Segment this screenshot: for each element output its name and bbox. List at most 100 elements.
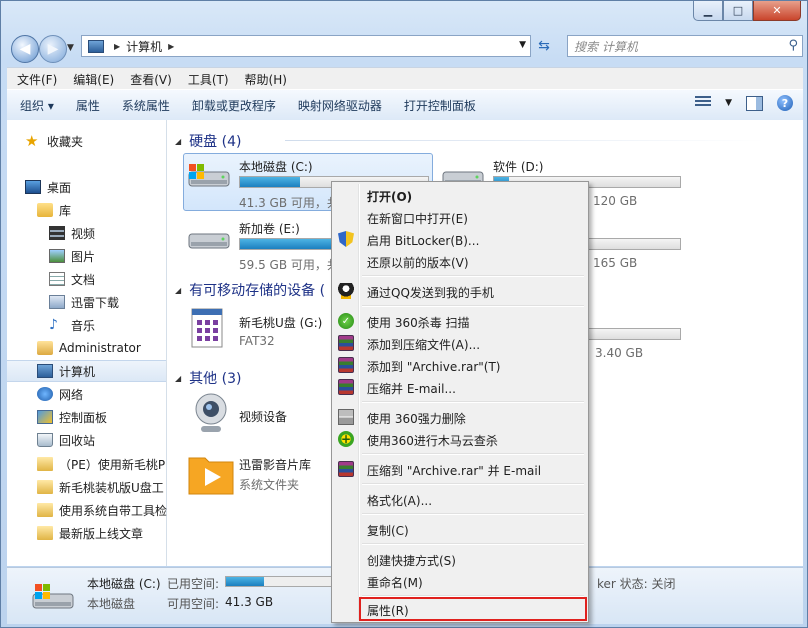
system-properties-button[interactable]: 系统属性: [113, 97, 179, 114]
hard-drive-windows-icon: [32, 584, 74, 609]
menu-item-send-qq[interactable]: 通过QQ发送到我的手机: [334, 280, 586, 302]
library-icon: [37, 203, 53, 217]
map-network-drive-button[interactable]: 映射网络驱动器: [289, 97, 391, 114]
command-bar: 组织 ▾ 属性 系统属性 卸载或更改程序 映射网络驱动器 打开控制面板 ▼ ?: [7, 89, 803, 121]
menu-item-360-force-delete[interactable]: 使用 360强力删除: [334, 406, 586, 428]
menu-item-compress-rar-email[interactable]: 压缩到 "Archive.rar" 并 E-mail: [334, 458, 586, 480]
group-header-hard-disks[interactable]: ◢ 硬盘 (4): [175, 131, 765, 151]
navigation-bar: ◀ ▶ ▼ ▶ 计算机 ▶ ▼ ⇆ 搜索 计算机 ⚲: [7, 33, 803, 63]
search-icon[interactable]: ⚲: [788, 38, 798, 53]
forward-button[interactable]: ▶: [39, 35, 67, 63]
menu-bar: 文件(F) 编辑(E) 查看(V) 工具(T) 帮助(H): [7, 67, 803, 90]
view-dropdown-icon[interactable]: ▼: [725, 98, 732, 108]
menu-view[interactable]: 查看(V): [124, 71, 178, 88]
preview-pane-icon[interactable]: [746, 95, 763, 111]
usb-drive-icon: [191, 308, 223, 348]
shield-icon: [338, 231, 354, 247]
details-free-value: 41.3 GB: [225, 595, 274, 609]
hard-drive-icon: [188, 233, 230, 249]
address-bar[interactable]: ▶ 计算机 ▶ ▼: [81, 35, 531, 57]
navigation-pane: ★ 收藏夹 桌面 库 视频 图片 文档 迅雷下载 ♪ 音乐 Administra…: [7, 120, 167, 566]
menu-item-create-shortcut[interactable]: 创建快捷方式(S): [334, 548, 586, 570]
folder-icon: [37, 526, 53, 540]
collapse-triangle-icon[interactable]: ◢: [175, 374, 181, 383]
folder-icon: [37, 457, 53, 471]
menu-help[interactable]: 帮助(H): [239, 71, 293, 88]
menu-item-360-trojan-scan[interactable]: + 使用360进行木马云查杀: [334, 428, 586, 450]
organize-button[interactable]: 组织 ▾: [11, 97, 63, 114]
recycle-bin-icon: [37, 433, 53, 447]
details-name: 本地磁盘 (C:): [87, 577, 161, 591]
folder-icon: [37, 503, 53, 517]
menu-item-properties[interactable]: 属性(R): [359, 597, 587, 621]
search-placeholder: 搜索 计算机: [574, 39, 638, 54]
sidebar-item-computer[interactable]: 计算机: [7, 360, 166, 382]
winrar-icon: [338, 461, 354, 477]
360-antivirus-icon: ✓: [338, 313, 354, 329]
computer-icon: [88, 39, 104, 53]
group-header-other[interactable]: ◢ 其他 (3): [175, 368, 241, 388]
recent-pages-dropdown-icon[interactable]: ▼: [67, 43, 74, 53]
title-bar: ▁ □ ✕: [1, 1, 807, 31]
collapse-triangle-icon[interactable]: ◢: [175, 137, 181, 146]
minimize-button[interactable]: ▁: [693, 1, 723, 21]
video-icon: [49, 226, 65, 240]
control-panel-icon: [37, 410, 53, 424]
group-header-removable[interactable]: ◢ 有可移动存储的设备 (: [175, 280, 325, 300]
menu-item-bitlocker[interactable]: 启用 BitLocker(B)...: [334, 228, 586, 250]
details-used-label: 已用空间:: [167, 577, 220, 591]
media-folder-icon: [188, 457, 234, 495]
menu-file[interactable]: 文件(F): [11, 71, 63, 88]
sidebar-item-favorites[interactable]: ★ 收藏夹: [25, 130, 184, 152]
breadcrumb-computer[interactable]: 计算机: [126, 38, 162, 55]
360-trojan-icon: +: [338, 431, 354, 447]
computer-icon: [37, 364, 53, 378]
close-button[interactable]: ✕: [753, 1, 801, 21]
hard-drive-windows-icon: [188, 164, 230, 187]
music-icon: ♪: [49, 317, 58, 333]
collapse-triangle-icon[interactable]: ◢: [175, 286, 181, 295]
details-bitlocker-status: ker 状态: 关闭: [597, 577, 676, 591]
winrar-icon: [338, 379, 354, 395]
user-folder-icon: [37, 341, 53, 355]
menu-edit[interactable]: 编辑(E): [67, 71, 120, 88]
maximize-button[interactable]: □: [723, 1, 753, 21]
webcam-icon: [195, 393, 227, 432]
folder-icon: [49, 295, 65, 309]
winrar-icon: [338, 335, 354, 351]
chevron-right-icon[interactable]: ▶: [114, 42, 120, 51]
address-dropdown-icon[interactable]: ▼: [519, 40, 526, 50]
open-control-panel-button[interactable]: 打开控制面板: [395, 97, 485, 114]
chevron-right-icon[interactable]: ▶: [168, 42, 174, 51]
winrar-icon: [338, 357, 354, 373]
qq-icon: [338, 283, 354, 299]
menu-item-format[interactable]: 格式化(A)...: [334, 488, 586, 510]
uninstall-program-button[interactable]: 卸载或更改程序: [183, 97, 285, 114]
refresh-icon[interactable]: ⇆: [533, 35, 555, 57]
search-input[interactable]: 搜索 计算机 ⚲: [567, 35, 803, 57]
shredder-icon: [338, 409, 354, 425]
help-icon[interactable]: ?: [777, 95, 793, 111]
context-menu: 打开(O) 在新窗口中打开(E) 启用 BitLocker(B)... 还原以前…: [331, 181, 589, 623]
details-usage-bar: [225, 576, 335, 587]
details-type: 本地磁盘: [87, 597, 136, 611]
menu-item-open-new-window[interactable]: 在新窗口中打开(E): [334, 206, 586, 228]
menu-tools[interactable]: 工具(T): [182, 71, 235, 88]
menu-item-add-archive[interactable]: 添加到压缩文件(A)...: [334, 332, 586, 354]
menu-item-add-archive-rar[interactable]: 添加到 "Archive.rar"(T): [334, 354, 586, 376]
menu-item-compress-email[interactable]: 压缩并 E-mail...: [334, 376, 586, 398]
menu-item-restore-versions[interactable]: 还原以前的版本(V): [334, 250, 586, 272]
menu-item-copy[interactable]: 复制(C): [334, 518, 586, 540]
menu-item-360-scan[interactable]: ✓ 使用 360杀毒 扫描: [334, 310, 586, 332]
menu-item-rename[interactable]: 重命名(M): [334, 570, 586, 592]
desktop-icon: [25, 180, 41, 194]
picture-icon: [49, 249, 65, 263]
sidebar-item-desktop[interactable]: 桌面: [25, 176, 184, 198]
properties-button[interactable]: 属性: [67, 97, 109, 114]
details-free-label: 可用空间:: [167, 597, 220, 611]
folder-icon: [37, 480, 53, 494]
change-view-icon[interactable]: [695, 96, 712, 110]
back-button[interactable]: ◀: [11, 35, 39, 63]
menu-item-open[interactable]: 打开(O): [334, 184, 586, 206]
star-icon: ★: [25, 132, 39, 150]
